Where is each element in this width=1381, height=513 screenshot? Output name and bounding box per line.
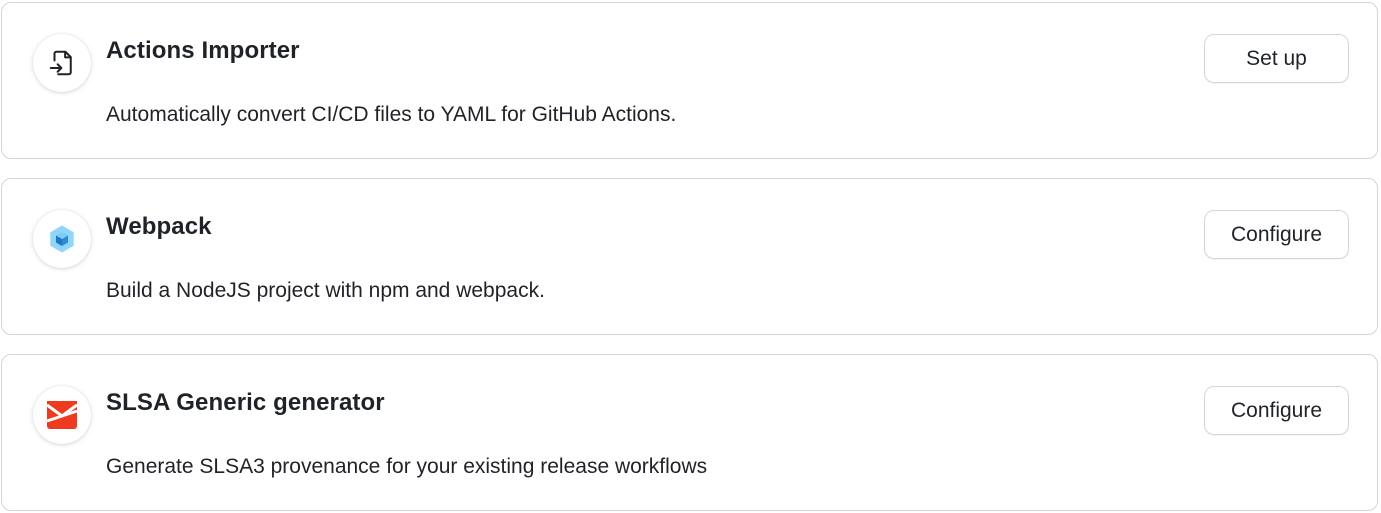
- set-up-button[interactable]: Set up: [1204, 34, 1349, 83]
- workflow-title: Actions Importer: [106, 37, 300, 64]
- workflow-description: Generate SLSA3 provenance for your exist…: [106, 455, 708, 478]
- workflow-logo: [33, 210, 91, 268]
- workflow-card-actions-importer: Actions Importer Automatically convert C…: [1, 2, 1378, 159]
- workflow-description: Build a NodeJS project with npm and webp…: [106, 279, 545, 302]
- configure-button[interactable]: Configure: [1204, 386, 1349, 435]
- webpack-logo-icon: [47, 224, 77, 254]
- workflow-title: SLSA Generic generator: [106, 389, 385, 416]
- workflow-title: Webpack: [106, 213, 212, 240]
- configure-button[interactable]: Configure: [1204, 210, 1349, 259]
- workflow-logo: [33, 386, 91, 444]
- workflow-card-slsa-generic-generator: SLSA Generic generator Generate SLSA3 pr…: [1, 354, 1378, 511]
- workflow-card-webpack: Webpack Build a NodeJS project with npm …: [1, 178, 1378, 335]
- workflow-list: Actions Importer Automatically convert C…: [0, 0, 1381, 513]
- file-import-icon: [47, 48, 77, 78]
- workflow-description: Automatically convert CI/CD files to YAM…: [106, 103, 677, 126]
- slsa-logo-icon: [44, 397, 80, 433]
- workflow-logo: [33, 34, 91, 92]
